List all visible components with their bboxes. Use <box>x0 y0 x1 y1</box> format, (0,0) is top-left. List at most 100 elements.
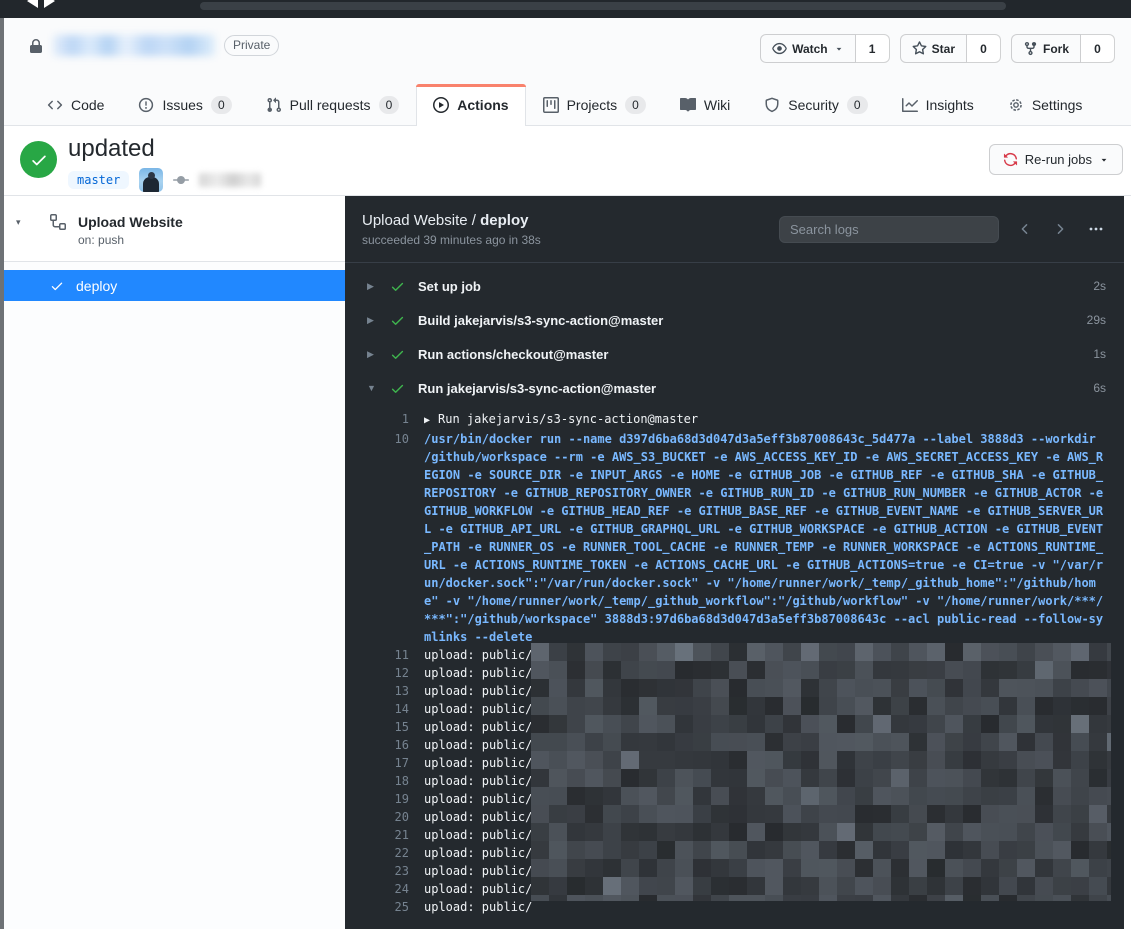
step-success-check-icon <box>390 279 405 294</box>
step-expand-icon <box>367 349 390 360</box>
repo-social-actions: Watch 1 Star 0 Fork 0 <box>760 34 1115 63</box>
log-line: 10 /usr/bin/docker run --name d397d6ba68… <box>345 430 1124 646</box>
step-expand-icon <box>367 383 390 393</box>
tab-insights[interactable]: Insights <box>885 84 991 126</box>
collapse-caret-icon[interactable]: ▾ <box>16 217 21 228</box>
line-number[interactable]: 16 <box>345 736 424 754</box>
tab-settings[interactable]: Settings <box>991 84 1100 126</box>
run-success-status-icon <box>20 141 57 178</box>
line-number[interactable]: 12 <box>345 664 424 682</box>
workflow-sidebar: ▾ Upload Website on: push deploy <box>4 196 345 929</box>
tab-security[interactable]: Security 0 <box>747 84 884 126</box>
branch-badge[interactable]: master <box>68 171 129 189</box>
browser-back-icon[interactable] <box>20 0 38 8</box>
sync-icon <box>1003 152 1018 167</box>
log-redaction-mosaic <box>531 643 1111 901</box>
star-icon <box>912 41 927 56</box>
shield-icon <box>764 97 780 113</box>
line-number[interactable]: 20 <box>345 808 424 826</box>
line-number[interactable]: 1 <box>345 410 424 430</box>
log-panel: Upload Website / deploy succeeded 39 min… <box>345 196 1124 929</box>
browser-urlbar[interactable] <box>200 2 1006 10</box>
log-header: Upload Website / deploy succeeded 39 min… <box>345 196 1124 263</box>
repo-name-redacted[interactable] <box>53 35 215 56</box>
log-step-row[interactable]: Run actions/checkout@master 1s <box>345 337 1124 371</box>
pull-request-icon <box>266 97 282 113</box>
browser-chrome-bar <box>0 0 1131 18</box>
tab-issues[interactable]: Issues 0 <box>121 84 248 126</box>
log-step-row[interactable]: Build jakejarvis/s3-sync-action@master 2… <box>345 303 1124 337</box>
tab-wiki[interactable]: Wiki <box>663 84 747 126</box>
log-step-row[interactable]: Set up job 2s <box>345 269 1124 303</box>
social-button-group: Star 0 <box>900 34 1001 63</box>
step-success-check-icon <box>390 381 405 396</box>
eye-icon <box>772 41 787 56</box>
dropdown-caret-icon <box>834 44 844 54</box>
commit-icon <box>173 172 189 188</box>
step-list: Set up job 2s Build jakejarvis/s3-sync-a… <box>345 263 1124 405</box>
step-expand-icon <box>367 281 390 292</box>
tab-count: 0 <box>625 96 646 114</box>
visibility-badge: Private <box>224 35 279 56</box>
upload-log-block: 11 upload: public/ 12 upload: public/ 13… <box>345 646 1124 916</box>
expand-toggle-icon[interactable]: ▶ <box>424 415 430 426</box>
log-step-row[interactable]: Run jakejarvis/s3-sync-action@master 6s <box>345 371 1124 405</box>
play-icon <box>433 97 449 113</box>
tab-projects[interactable]: Projects 0 <box>526 84 663 126</box>
repo-title-row: Private <box>28 35 279 56</box>
line-number[interactable]: 14 <box>345 700 424 718</box>
avatar[interactable] <box>139 168 163 192</box>
social-button-group: Watch 1 <box>760 34 890 63</box>
fork-button[interactable]: Fork <box>1011 34 1081 63</box>
repo-header: Private Watch 1 Star 0 Fork 0 Code Issue… <box>4 18 1131 126</box>
line-number[interactable]: 24 <box>345 880 424 898</box>
line-number[interactable]: 15 <box>345 718 424 736</box>
social-count[interactable]: 1 <box>856 34 890 63</box>
search-logs-input[interactable] <box>779 216 999 243</box>
line-number[interactable]: 18 <box>345 772 424 790</box>
commit-hash-redacted[interactable] <box>199 173 261 187</box>
log-title-separator: / <box>468 212 481 229</box>
log-line-text: Run jakejarvis/s3-sync-action@master <box>438 412 698 426</box>
star-button[interactable]: Star <box>900 34 967 63</box>
tab-count: 0 <box>847 96 868 114</box>
workflow-section-header[interactable]: ▾ Upload Website on: push <box>4 196 345 262</box>
next-match-button[interactable] <box>1051 220 1069 238</box>
run-meta: master <box>68 168 261 192</box>
rerun-jobs-button[interactable]: Re-run jobs <box>989 144 1123 175</box>
job-list: deploy <box>4 270 345 301</box>
browser-forward-icon[interactable] <box>44 0 62 8</box>
line-number[interactable]: 13 <box>345 682 424 700</box>
watch-button[interactable]: Watch <box>760 34 856 63</box>
step-success-check-icon <box>390 313 405 328</box>
line-number[interactable]: 19 <box>345 790 424 808</box>
social-button-group: Fork 0 <box>1011 34 1115 63</box>
workflow-name: Upload Website <box>78 214 183 230</box>
issue-icon <box>138 97 154 113</box>
line-number[interactable]: 22 <box>345 844 424 862</box>
line-number[interactable]: 21 <box>345 826 424 844</box>
social-count[interactable]: 0 <box>1081 34 1115 63</box>
tab-actions[interactable]: Actions <box>416 84 525 126</box>
tab-count: 0 <box>211 96 232 114</box>
line-number[interactable]: 17 <box>345 754 424 772</box>
social-count[interactable]: 0 <box>967 34 1001 63</box>
log-settings-button[interactable] <box>1086 219 1106 239</box>
log-title-job: deploy <box>480 212 528 229</box>
previous-match-button[interactable] <box>1016 220 1034 238</box>
workflow-icon <box>50 214 66 230</box>
tab-code[interactable]: Code <box>30 84 121 126</box>
tab-pull-requests[interactable]: Pull requests 0 <box>249 84 417 126</box>
line-number[interactable]: 25 <box>345 898 424 916</box>
kebab-icon <box>1088 221 1104 237</box>
log-status-line: succeeded 39 minutes ago in 38s <box>362 233 541 247</box>
log-command-text: /usr/bin/docker run --name d397d6ba68d3d… <box>424 430 1124 646</box>
graph-icon <box>902 97 918 113</box>
line-number[interactable]: 11 <box>345 646 424 664</box>
step-success-check-icon <box>390 347 405 362</box>
repo-tabs: Code Issues 0 Pull requests 0 Actions Pr… <box>30 84 1099 126</box>
line-number[interactable]: 23 <box>345 862 424 880</box>
line-number[interactable]: 10 <box>345 430 424 646</box>
log-line: 1 ▶ Run jakejarvis/s3-sync-action@master <box>345 410 1124 430</box>
sidebar-job-deploy[interactable]: deploy <box>4 270 345 301</box>
